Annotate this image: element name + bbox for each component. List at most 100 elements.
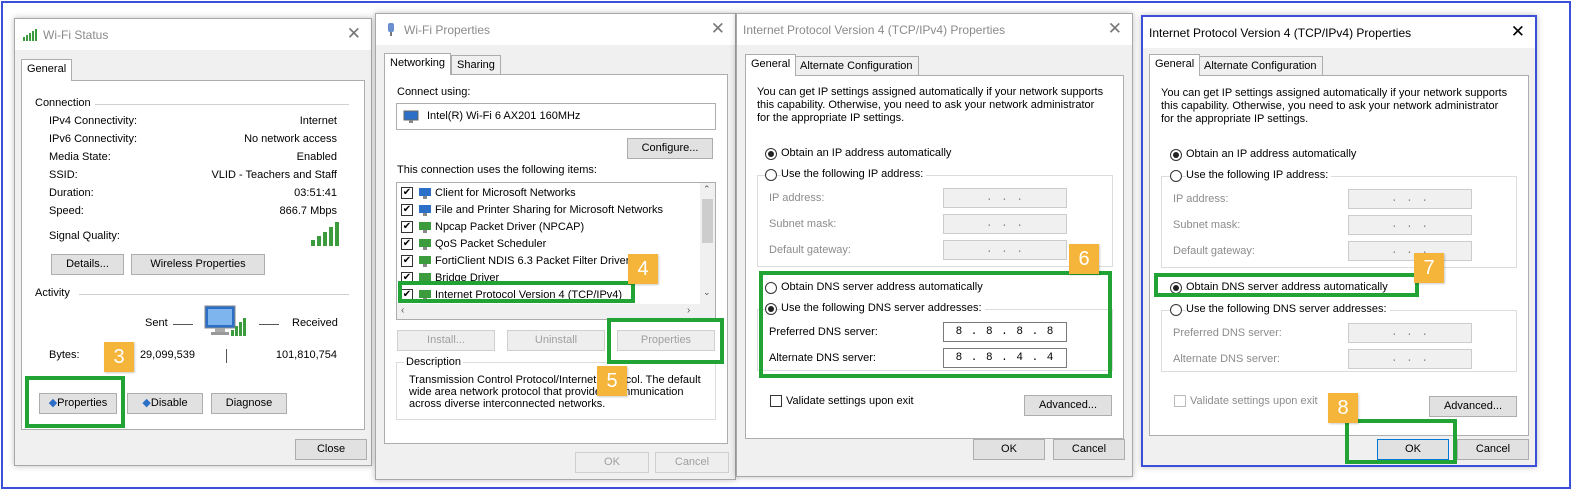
default-gateway-label: Default gateway: [769,244,851,256]
ok-button[interactable]: OK [575,452,649,473]
advanced-button[interactable]: Advanced... [1024,395,1112,416]
alternate-dns-label: Alternate DNS server: [1173,353,1280,365]
obtain-ip-radio[interactable] [765,148,777,160]
preferred-dns-field[interactable]: 8 . 8 . 8 . 8 [943,322,1067,342]
validate-checkbox[interactable] [1174,395,1186,407]
use-ip-label[interactable]: Use the following IP address: [781,168,927,180]
alternate-dns-field[interactable]: . . . [1348,349,1472,369]
ssid-value: VLID - Teachers and Staff [211,169,337,181]
step-badge-7: 7 [1414,253,1444,283]
chevron-down-icon[interactable]: ⌄ [703,287,711,298]
ip-address-label: IP address: [1173,193,1229,205]
diagnose-button[interactable]: Diagnose [211,393,287,414]
configure-button[interactable]: Configure... [627,138,713,159]
close-icon[interactable]: ✕ [711,20,725,37]
validate-label[interactable]: Validate settings upon exit [786,395,914,407]
uninstall-button[interactable]: Uninstall [507,330,605,351]
advanced-button[interactable]: Advanced... [1429,396,1517,417]
use-ip-label[interactable]: Use the following IP address: [1186,169,1332,181]
validate-label[interactable]: Validate settings upon exit [1190,395,1318,407]
tab-general[interactable]: General [745,54,797,76]
signal-strength-icon [311,222,339,246]
tab-general[interactable]: General [21,59,73,81]
disable-button[interactable]: ◆Disable [127,393,203,414]
checkbox[interactable]: ✔ [401,221,413,233]
use-dns-radio[interactable] [765,303,777,315]
list-item-client[interactable]: ✔ Client for Microsoft Networks [401,185,697,202]
ip-address-field[interactable]: . . . [1348,189,1472,209]
chevron-left-icon[interactable]: ‹ [401,305,404,316]
bytes-divider [226,349,227,363]
bytes-label: Bytes: [49,349,80,361]
default-gateway-field[interactable]: . . . [943,240,1067,260]
obtain-ip-label[interactable]: Obtain an IP address automatically [1186,148,1356,160]
alternate-dns-field[interactable]: 8 . 8 . 4 . 4 [943,348,1067,368]
default-gateway-field[interactable]: . . . [1348,241,1472,261]
signal-quality-label: Signal Quality: [49,230,120,242]
use-ip-radio[interactable] [1170,170,1182,182]
close-icon[interactable]: ✕ [1511,23,1525,40]
ip-address-field[interactable]: . . . [943,188,1067,208]
ipv4-connectivity-value: Internet [299,115,337,127]
obtain-dns-label[interactable]: Obtain DNS server address automatically [1186,281,1388,293]
tab-alternate-configuration[interactable]: Alternate Configuration [1198,56,1323,76]
properties-button[interactable]: Properties [617,330,715,351]
install-button[interactable]: Install... [397,330,495,351]
chevron-right-icon[interactable]: › [687,305,690,316]
properties-button[interactable]: ◆Properties [39,393,117,414]
items-label: This connection uses the following items… [397,164,597,176]
use-dns-label[interactable]: Use the following DNS server addresses: [781,302,985,314]
wireless-properties-button[interactable]: Wireless Properties [131,254,265,275]
bytes-sent-value: 29,099,539 [139,349,195,361]
subnet-mask-field[interactable]: . . . [943,214,1067,234]
list-item-qos[interactable]: ✔ QoS Packet Scheduler [401,236,697,253]
vertical-scrollbar[interactable]: ⌃ ⌄ [700,183,715,305]
speed-label: Speed: [49,205,84,217]
list-item-file-sharing[interactable]: ✔ File and Printer Sharing for Microsoft… [401,202,697,219]
item-label: Npcap Packet Driver (NPCAP) [435,221,585,233]
checkbox[interactable]: ✔ [401,255,413,267]
details-button[interactable]: Details... [51,254,124,275]
obtain-ip-radio[interactable] [1170,149,1182,161]
scrollbar-thumb[interactable] [702,199,713,243]
tab-networking[interactable]: Networking [384,53,452,75]
bytes-received-value: 101,810,754 [275,349,337,361]
checkbox[interactable]: ✔ [401,204,413,216]
cancel-button[interactable]: Cancel [655,452,729,473]
close-button[interactable]: Close [295,439,367,460]
checkbox[interactable]: ✔ [401,272,413,284]
list-item-npcap[interactable]: ✔ Npcap Packet Driver (NPCAP) [401,219,697,236]
horizontal-scrollbar[interactable]: ‹ › [397,304,715,319]
chevron-up-icon[interactable]: ⌃ [703,184,711,195]
ok-button[interactable]: OK [1377,439,1449,460]
ok-button[interactable]: OK [973,439,1045,460]
cancel-button[interactable]: Cancel [1053,439,1125,460]
use-dns-radio[interactable] [1170,304,1182,316]
list-item-ipv4[interactable]: ✔ Internet Protocol Version 4 (TCP/IPv4) [401,287,697,304]
checkbox[interactable]: ✔ [401,187,413,199]
validate-checkbox[interactable] [770,395,782,407]
tab-sharing[interactable]: Sharing [451,55,501,75]
close-icon[interactable]: ✕ [1108,20,1122,37]
subnet-mask-field[interactable]: . . . [1348,215,1472,235]
use-ip-radio[interactable] [765,169,777,181]
use-dns-label[interactable]: Use the following DNS server addresses: [1186,303,1390,315]
obtain-dns-radio[interactable] [1170,282,1182,294]
preferred-dns-field[interactable]: . . . [1348,323,1472,343]
obtain-dns-radio[interactable] [765,282,777,294]
speed-value: 866.7 Mbps [279,205,337,217]
step-badge-8: 8 [1328,393,1358,423]
window-title: Internet Protocol Version 4 (TCP/IPv4) P… [1149,26,1412,40]
tab-general[interactable]: General [1149,54,1201,76]
preferred-dns-label: Preferred DNS server: [769,326,878,338]
obtain-ip-label[interactable]: Obtain an IP address automatically [781,147,951,159]
alternate-dns-label: Alternate DNS server: [769,352,876,364]
ipv6-connectivity-label: IPv6 Connectivity: [49,133,138,145]
tab-alternate-configuration[interactable]: Alternate Configuration [794,56,919,76]
obtain-dns-label[interactable]: Obtain DNS server address automatically [781,281,983,293]
close-icon[interactable]: ✕ [347,25,361,42]
description-text: Transmission Control Protocol/Internet P… [409,374,701,410]
checkbox[interactable]: ✔ [401,289,413,301]
checkbox[interactable]: ✔ [401,238,413,250]
cancel-button[interactable]: Cancel [1457,439,1529,460]
